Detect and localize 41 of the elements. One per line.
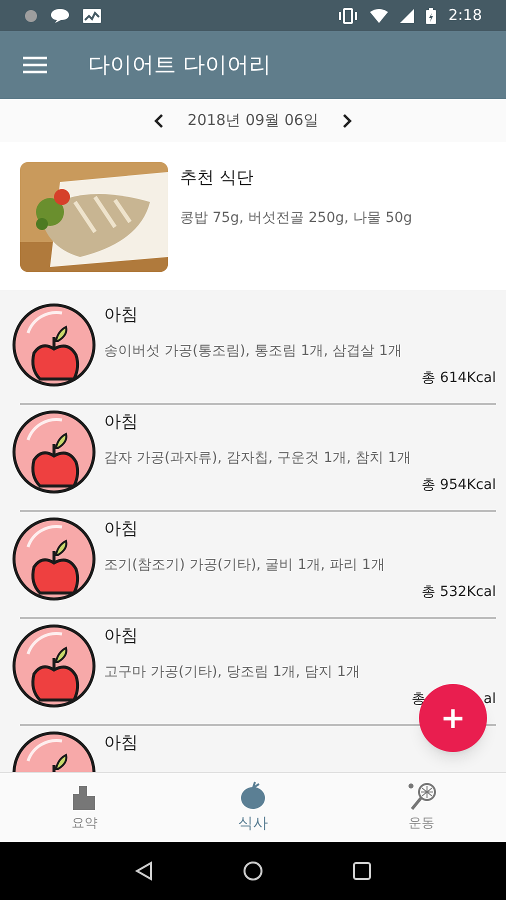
apple-icon bbox=[12, 624, 96, 708]
apple-icon bbox=[239, 780, 267, 810]
recommended-title: 추천 식단 bbox=[180, 167, 254, 190]
tennis-racket-icon bbox=[406, 782, 437, 812]
signal-icon bbox=[400, 8, 414, 22]
meal-entry[interactable]: 아침 감자 가공(과자류), 감자칩, 구운것 1개, 참치 1개 총 954Kcal bbox=[0, 407, 506, 514]
chat-bubble-icon bbox=[50, 8, 70, 24]
nav-tab[interactable]: 식사 bbox=[168, 773, 338, 842]
vibrate-icon bbox=[338, 8, 358, 24]
meal-foods: 송이버섯 가공(통조림), 통조림 1개, 삼겹살 1개 bbox=[104, 342, 403, 360]
chart-icon bbox=[82, 8, 102, 24]
meal-entry[interactable]: 아침 송이버섯 가공(통조림), 통조림 1개, 삼겹살 1개 총 614Kcal bbox=[0, 300, 506, 407]
recents-icon[interactable] bbox=[353, 862, 371, 880]
meal-entry[interactable]: 아침 조기(참조기) 가공(기타), 굴비 1개, 파리 1개 총 532Kcal bbox=[0, 514, 506, 621]
date-label: 2018년 09월 06일 bbox=[188, 110, 318, 132]
meal-total: 총 614Kcal bbox=[421, 368, 496, 388]
menu-icon bbox=[23, 56, 47, 74]
recommended-card[interactable]: 추천 식단 콩밥 75g, 버섯전골 250g, 나물 50g bbox=[0, 142, 506, 290]
chevron-right-icon bbox=[342, 114, 352, 128]
meal-title: 아침 bbox=[104, 732, 139, 755]
meal-foods: 감자 가공(과자류), 감자칩, 구운것 1개, 참치 1개 bbox=[104, 448, 412, 468]
meal-title: 아침 bbox=[104, 304, 139, 327]
chevron-left-icon bbox=[154, 114, 164, 128]
battery-icon bbox=[426, 8, 436, 24]
meal-title: 아침 bbox=[104, 625, 139, 648]
meal-foods: 고구마 가공(기타), 당조림 1개, 담지 1개 bbox=[104, 662, 361, 682]
home-icon[interactable] bbox=[243, 861, 263, 881]
apple-icon bbox=[12, 517, 96, 601]
wifi-icon bbox=[370, 8, 388, 22]
apple-icon bbox=[12, 303, 96, 387]
meal-total: 총 532Kcal bbox=[421, 582, 496, 602]
status-time: 2:18 bbox=[448, 5, 482, 26]
meal-title: 아침 bbox=[104, 411, 139, 434]
meal-title: 아침 bbox=[104, 518, 139, 541]
back-icon[interactable] bbox=[135, 861, 153, 881]
meal-foods: 조기(참조기) 가공(기타), 굴비 1개, 파리 1개 bbox=[104, 556, 386, 574]
apple-icon bbox=[12, 410, 96, 494]
meal-total: 총 954Kcal bbox=[421, 476, 496, 494]
app-title: 다이어트 다이어리 bbox=[88, 52, 271, 80]
circle-icon bbox=[24, 8, 38, 22]
recommended-foods: 콩밥 75g, 버섯전골 250g, 나물 50g bbox=[180, 208, 412, 228]
